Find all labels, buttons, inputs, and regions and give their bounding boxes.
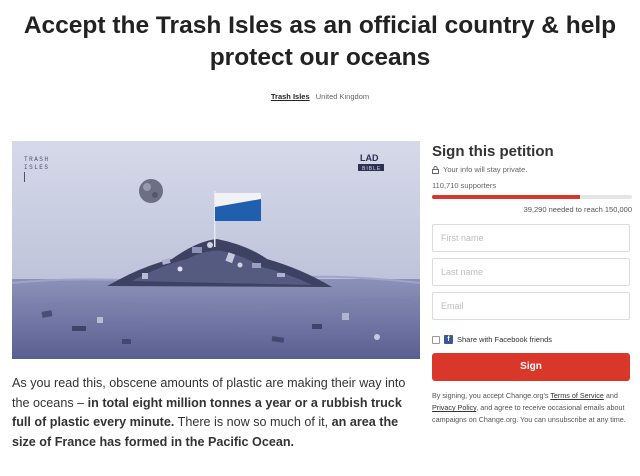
- trash-isles-logo-top: TRASH: [24, 156, 50, 163]
- petition-meta: Trash Isles United Kingdom: [0, 92, 640, 101]
- legal-and: and: [603, 391, 618, 400]
- terms-of-service-link[interactable]: Terms of Service: [550, 391, 604, 400]
- facebook-share-option[interactable]: f Share with Facebook friends: [432, 335, 632, 344]
- email-input[interactable]: [432, 292, 630, 320]
- sign-heading: Sign this petition: [432, 143, 554, 160]
- trash-isle-illustration: TRASH ISLES LAD BIBLE: [12, 141, 420, 359]
- petition-title-line-1: Accept the Trash Isles as an official co…: [23, 12, 617, 39]
- sign-panel: Sign this petition Your info will stay p…: [432, 142, 632, 426]
- legal-disclaimer: By signing, you accept Change.org's Term…: [432, 390, 632, 426]
- description-text-2: There is now so much of it,: [174, 415, 332, 430]
- first-name-input[interactable]: [432, 224, 630, 252]
- petition-title: Accept the Trash Isles as an official co…: [0, 10, 640, 74]
- hero-image: TRASH ISLES LAD BIBLE: [12, 141, 420, 359]
- sign-button[interactable]: Sign: [432, 353, 630, 381]
- facebook-icon: f: [444, 335, 453, 344]
- facebook-share-label: Share with Facebook friends: [457, 335, 553, 344]
- signature-progress-fill: [432, 195, 580, 199]
- privacy-policy-link[interactable]: Privacy Policy: [432, 403, 476, 412]
- petition-title-line-2: protect our oceans: [209, 44, 431, 71]
- privacy-note: Your info will stay private.: [432, 165, 632, 174]
- last-name-input[interactable]: [432, 258, 630, 286]
- lock-icon: [432, 165, 439, 174]
- signatures-needed: 39,290 needed to reach 150,000: [523, 205, 632, 214]
- signature-progress-bar: [432, 195, 632, 199]
- lad-bible-badge-bottom: BIBLE: [362, 166, 381, 172]
- supporter-count: 110,710 supporters: [432, 181, 497, 190]
- legal-prefix: By signing, you accept Change.org's: [432, 391, 551, 400]
- lad-bible-badge-top: LAD: [360, 153, 379, 163]
- facebook-share-checkbox[interactable]: [432, 335, 440, 344]
- organization-link[interactable]: Trash Isles: [271, 92, 310, 101]
- petition-description: As you read this, obscene amounts of pla…: [12, 374, 420, 452]
- trash-isles-logo-bottom: ISLES: [24, 164, 50, 171]
- location-text: United Kingdom: [315, 92, 370, 101]
- privacy-note-text: Your info will stay private.: [443, 165, 528, 174]
